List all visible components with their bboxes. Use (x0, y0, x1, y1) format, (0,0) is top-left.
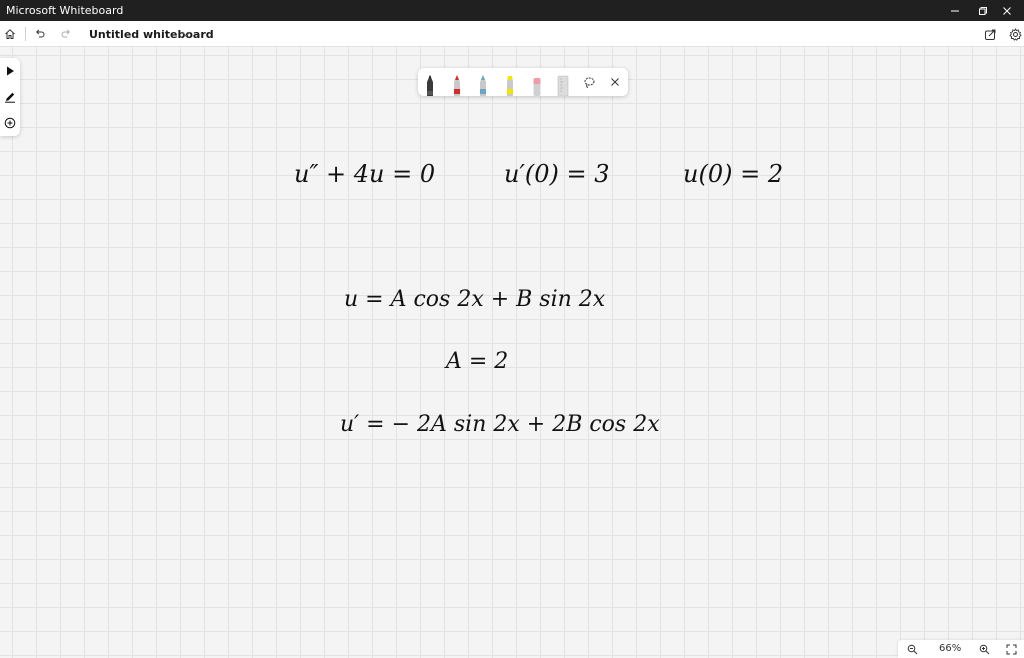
close-icon (611, 78, 619, 86)
zoom-out-button[interactable] (905, 642, 919, 656)
close-window-button[interactable] (990, 0, 1024, 21)
zoom-out-icon (907, 644, 917, 654)
zoom-controls: 66% (898, 640, 1024, 658)
add-circle-icon (4, 117, 16, 129)
title-bar: Microsoft Whiteboard (0, 0, 1024, 21)
app-header: Untitled whiteboard (0, 21, 1024, 47)
black-pen-icon[interactable] (422, 72, 438, 96)
document-title[interactable]: Untitled whiteboard (89, 28, 214, 41)
minimize-icon (951, 10, 959, 11)
close-icon (1003, 6, 1011, 15)
pen-icon (5, 92, 15, 103)
pointer-icon (7, 66, 14, 76)
header-divider (25, 27, 26, 41)
gear-icon (1008, 27, 1022, 41)
pen-toolbar (418, 68, 628, 96)
select-tool[interactable] (2, 63, 18, 79)
chevron-down-icon[interactable] (180, 29, 192, 39)
undo-icon (36, 29, 45, 38)
red-pen-icon[interactable] (449, 72, 465, 96)
left-toolbar (0, 58, 20, 136)
fit-screen-icon (1006, 644, 1016, 654)
close-toolbar-button[interactable] (607, 74, 623, 90)
home-icon (5, 29, 15, 39)
app-title: Microsoft Whiteboard (6, 4, 124, 17)
redo-icon (61, 29, 70, 38)
share-icon (984, 29, 995, 40)
lasso-icon (584, 77, 594, 88)
share-button[interactable] (982, 26, 998, 42)
blue-pen-icon[interactable] (475, 72, 491, 96)
redo-button[interactable] (58, 26, 74, 42)
whiteboard-canvas[interactable] (0, 47, 1024, 658)
yellow-highlighter-icon[interactable] (502, 72, 518, 96)
home-button[interactable] (2, 26, 18, 42)
zoom-in-button[interactable] (977, 642, 991, 656)
create-tool[interactable] (2, 115, 18, 131)
restore-icon (979, 6, 987, 15)
lasso-button[interactable] (581, 74, 597, 90)
settings-button[interactable] (1007, 26, 1023, 42)
fit-to-screen-button[interactable] (1004, 642, 1018, 656)
zoom-in-icon (979, 644, 989, 654)
zoom-level[interactable]: 66% (939, 643, 961, 654)
inking-tool[interactable] (2, 89, 18, 105)
eraser-icon[interactable] (529, 72, 545, 96)
undo-button[interactable] (32, 26, 48, 42)
ruler-icon[interactable] (555, 72, 571, 96)
